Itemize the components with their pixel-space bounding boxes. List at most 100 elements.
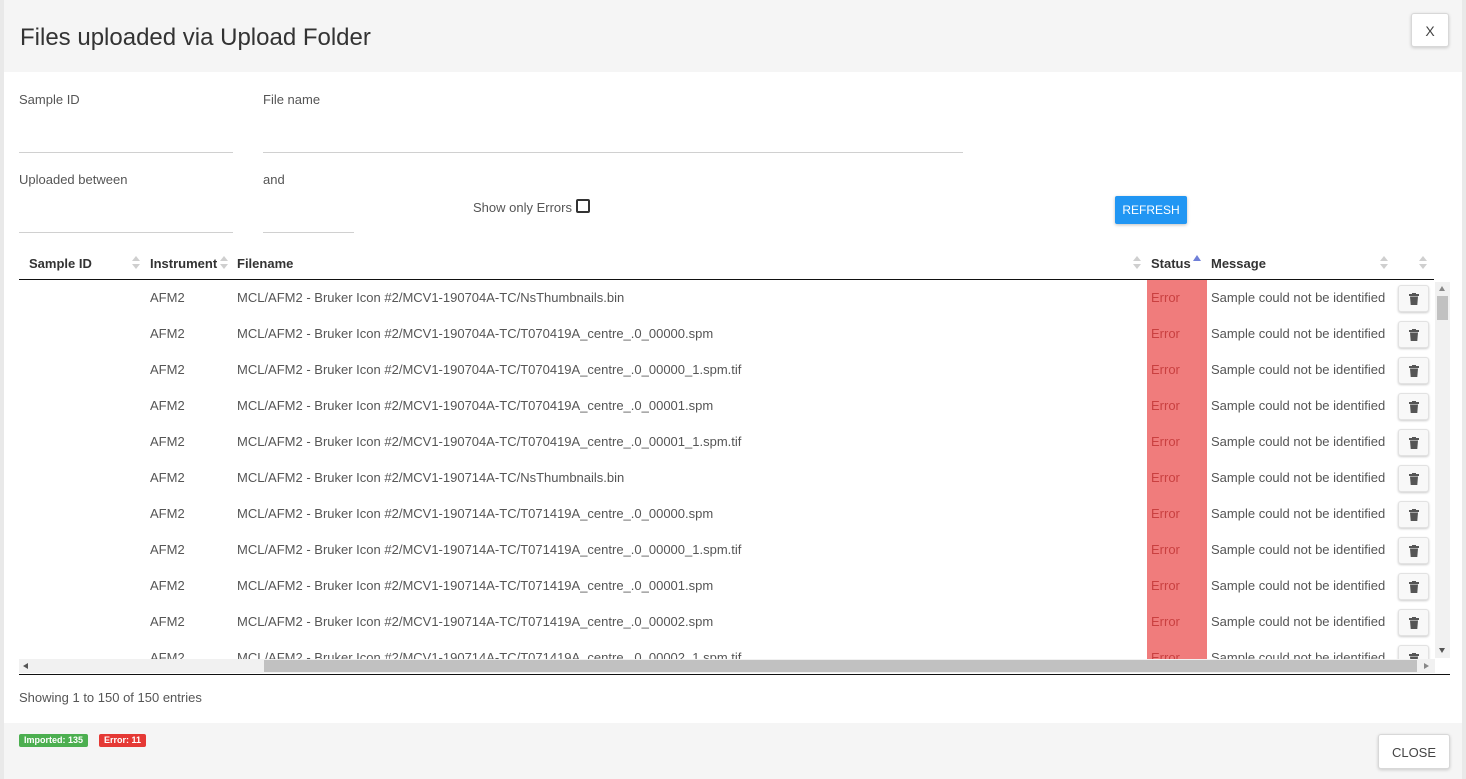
horizontal-scrollbar[interactable]	[19, 659, 1435, 673]
refresh-button[interactable]: REFRESH	[1115, 196, 1187, 224]
status-text: Error	[1151, 506, 1180, 521]
trash-icon	[1409, 437, 1419, 449]
table-row[interactable]: AFM2 MCL/AFM2 - Bruker Icon #2/MCV1-19071…	[19, 604, 1435, 640]
cell-filename: MCL/AFM2 - Bruker Icon #2/MCV1-190714A-T…	[237, 578, 714, 593]
vertical-scroll-thumb[interactable]	[1437, 296, 1448, 320]
cell-filename: MCL/AFM2 - Bruker Icon #2/MCV1-190704A-T…	[237, 398, 714, 413]
scroll-down-arrow-icon[interactable]	[1439, 648, 1445, 653]
delete-row-button[interactable]	[1398, 357, 1429, 384]
cell-instrument: AFM2	[150, 470, 185, 485]
cell-message: Sample could not be identified	[1211, 542, 1386, 557]
cell-instrument: AFM2	[150, 398, 185, 413]
sort-arrows-icon[interactable]	[132, 256, 140, 270]
cell-status: Error	[1147, 532, 1207, 568]
imported-count-badge: Imported: 135	[19, 734, 89, 747]
cell-message: Sample could not be identified	[1211, 398, 1386, 413]
file-name-input[interactable]	[263, 124, 963, 153]
horizontal-scroll-thumb[interactable]	[264, 660, 1417, 672]
close-button[interactable]: CLOSE	[1378, 734, 1450, 769]
sort-arrows-icon[interactable]	[1133, 256, 1141, 270]
scroll-left-arrow-icon[interactable]	[23, 663, 28, 669]
cell-message: Sample could not be identified	[1211, 290, 1386, 305]
delete-row-button[interactable]	[1398, 501, 1429, 528]
modal-title: Files uploaded via Upload Folder	[20, 24, 371, 51]
cell-message: Sample could not be identified	[1211, 578, 1386, 593]
close-x-button[interactable]: X	[1411, 13, 1449, 47]
cell-instrument: AFM2	[150, 362, 185, 377]
table-bottom-border	[19, 674, 1450, 675]
table-row[interactable]: AFM2 MCL/AFM2 - Bruker Icon #2/MCV1-19071…	[19, 568, 1435, 604]
col-header-status[interactable]: Status	[1151, 256, 1191, 271]
trash-icon	[1409, 473, 1419, 485]
cell-status: Error	[1147, 388, 1207, 424]
vertical-scrollbar[interactable]	[1435, 282, 1450, 658]
cell-status: Error	[1147, 496, 1207, 532]
upload-folder-modal: Files uploaded via Upload Folder Sample …	[0, 0, 1466, 779]
delete-row-button[interactable]	[1398, 393, 1429, 420]
uploaded-to-input[interactable]	[263, 204, 354, 233]
cell-status: Error	[1147, 460, 1207, 496]
col-header-instrument[interactable]: Instrument	[150, 256, 217, 271]
cell-message: Sample could not be identified	[1211, 506, 1386, 521]
cell-instrument: AFM2	[150, 326, 185, 341]
status-text: Error	[1151, 578, 1180, 593]
delete-row-button[interactable]	[1398, 285, 1429, 312]
cell-status: Error	[1147, 352, 1207, 388]
scroll-up-arrow-icon[interactable]	[1439, 286, 1445, 291]
table-row[interactable]: AFM2 MCL/AFM2 - Bruker Icon #2/MCV1-19071…	[19, 532, 1435, 568]
cell-filename: MCL/AFM2 - Bruker Icon #2/MCV1-190704A-T…	[237, 362, 742, 377]
col-header-sample-id[interactable]: Sample ID	[29, 256, 92, 271]
status-text: Error	[1151, 470, 1180, 485]
sample-id-input[interactable]	[19, 124, 233, 153]
cell-instrument: AFM2	[150, 542, 185, 557]
cell-status: Error	[1147, 568, 1207, 604]
cell-instrument: AFM2	[150, 614, 185, 629]
table-row[interactable]: AFM2 MCL/AFM2 - Bruker Icon #2/MCV1-19070…	[19, 280, 1435, 316]
scroll-right-arrow-icon[interactable]	[1424, 663, 1429, 669]
cell-filename: MCL/AFM2 - Bruker Icon #2/MCV1-190704A-T…	[237, 290, 625, 305]
sort-arrows-icon[interactable]	[1380, 256, 1388, 270]
sort-arrows-icon[interactable]	[1419, 256, 1427, 270]
cell-message: Sample could not be identified	[1211, 614, 1386, 629]
trash-icon	[1409, 401, 1419, 413]
status-text: Error	[1151, 326, 1180, 341]
table-row[interactable]: AFM2 MCL/AFM2 - Bruker Icon #2/MCV1-19070…	[19, 316, 1435, 352]
cell-filename: MCL/AFM2 - Bruker Icon #2/MCV1-190704A-T…	[237, 326, 714, 341]
cell-instrument: AFM2	[150, 578, 185, 593]
show-only-errors-checkbox[interactable]	[576, 199, 590, 213]
table-body: AFM2 MCL/AFM2 - Bruker Icon #2/MCV1-19070…	[19, 280, 1435, 660]
table-row[interactable]: AFM2 MCL/AFM2 - Bruker Icon #2/MCV1-19071…	[19, 496, 1435, 532]
delete-row-button[interactable]	[1398, 465, 1429, 492]
trash-icon	[1409, 581, 1419, 593]
file-name-label: File name	[263, 92, 321, 107]
delete-row-button[interactable]	[1398, 645, 1429, 660]
status-text: Error	[1151, 542, 1180, 557]
trash-icon	[1409, 329, 1419, 341]
uploaded-between-label: Uploaded between	[19, 172, 128, 187]
col-header-message[interactable]: Message	[1211, 256, 1266, 271]
table-row[interactable]: AFM2 MCL/AFM2 - Bruker Icon #2/MCV1-19070…	[19, 424, 1435, 460]
cell-message: Sample could not be identified	[1211, 326, 1386, 341]
table-row[interactable]: AFM2 MCL/AFM2 - Bruker Icon #2/MCV1-19070…	[19, 388, 1435, 424]
delete-row-button[interactable]	[1398, 573, 1429, 600]
show-only-errors-label: Show only Errors	[473, 200, 572, 215]
uploaded-from-input[interactable]	[19, 204, 233, 233]
cell-status: Error	[1147, 280, 1207, 316]
delete-row-button[interactable]	[1398, 537, 1429, 564]
trash-icon	[1409, 293, 1419, 305]
delete-row-button[interactable]	[1398, 609, 1429, 636]
table-row[interactable]: AFM2 MCL/AFM2 - Bruker Icon #2/MCV1-19071…	[19, 640, 1435, 660]
cell-status: Error	[1147, 604, 1207, 640]
table-row[interactable]: AFM2 MCL/AFM2 - Bruker Icon #2/MCV1-19071…	[19, 460, 1435, 496]
delete-row-button[interactable]	[1398, 321, 1429, 348]
table-row[interactable]: AFM2 MCL/AFM2 - Bruker Icon #2/MCV1-19070…	[19, 352, 1435, 388]
col-header-filename[interactable]: Filename	[237, 256, 293, 271]
delete-row-button[interactable]	[1398, 429, 1429, 456]
trash-icon	[1409, 365, 1419, 377]
and-label: and	[263, 172, 285, 187]
sort-arrows-icon[interactable]	[220, 256, 228, 270]
status-text: Error	[1151, 614, 1180, 629]
sort-ascending-icon[interactable]	[1193, 255, 1201, 261]
status-text: Error	[1151, 362, 1180, 377]
status-text: Error	[1151, 434, 1180, 449]
